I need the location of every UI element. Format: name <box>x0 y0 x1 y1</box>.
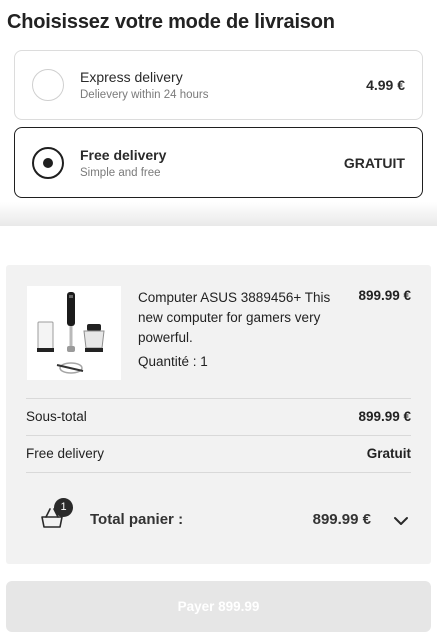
delivery-option-free[interactable]: Free delivery Simple and free GRATUIT <box>14 127 423 198</box>
divider <box>26 435 411 436</box>
total-label: Total panier : <box>90 511 184 528</box>
page-title: Choisissez votre mode de livraison <box>7 11 335 33</box>
divider <box>26 472 411 473</box>
subtotal-label: Sous-total <box>26 409 87 424</box>
subtotal-value: 899.99 € <box>358 409 411 424</box>
product-quantity: Quantité : 1 <box>138 354 208 369</box>
delivery-option-subtitle: Simple and free <box>80 167 161 179</box>
delivery-option-name: Express delivery <box>80 69 183 85</box>
section-fade <box>0 202 437 226</box>
delivery-option-name: Free delivery <box>80 147 167 163</box>
delivery-option-subtitle: Delievery within 24 hours <box>80 89 209 101</box>
pay-button[interactable]: Payer 899.99 <box>6 581 431 632</box>
chevron-down-icon[interactable] <box>393 513 409 529</box>
product-price: 899.99 € <box>358 288 411 303</box>
cart-count-badge: 1 <box>54 498 73 517</box>
shipping-label: Free delivery <box>26 446 105 461</box>
radio-express[interactable] <box>32 69 64 101</box>
delivery-option-price: GRATUIT <box>343 155 405 171</box>
total-value: 899.99 € <box>312 511 371 528</box>
radio-selected-dot <box>43 158 53 168</box>
product-image <box>27 286 121 380</box>
delivery-option-price: 4.99 € <box>366 77 405 93</box>
delivery-option-express[interactable]: Express delivery Delievery within 24 hou… <box>14 50 423 120</box>
divider <box>26 398 411 399</box>
order-summary: Computer ASUS 3889456+ This new computer… <box>6 265 431 564</box>
product-name: Computer ASUS 3889456+ This new computer… <box>138 290 331 345</box>
product-info: Computer ASUS 3889456+ This new computer… <box>138 288 344 369</box>
radio-free[interactable] <box>32 147 64 179</box>
shipping-value: Gratuit <box>366 446 411 461</box>
